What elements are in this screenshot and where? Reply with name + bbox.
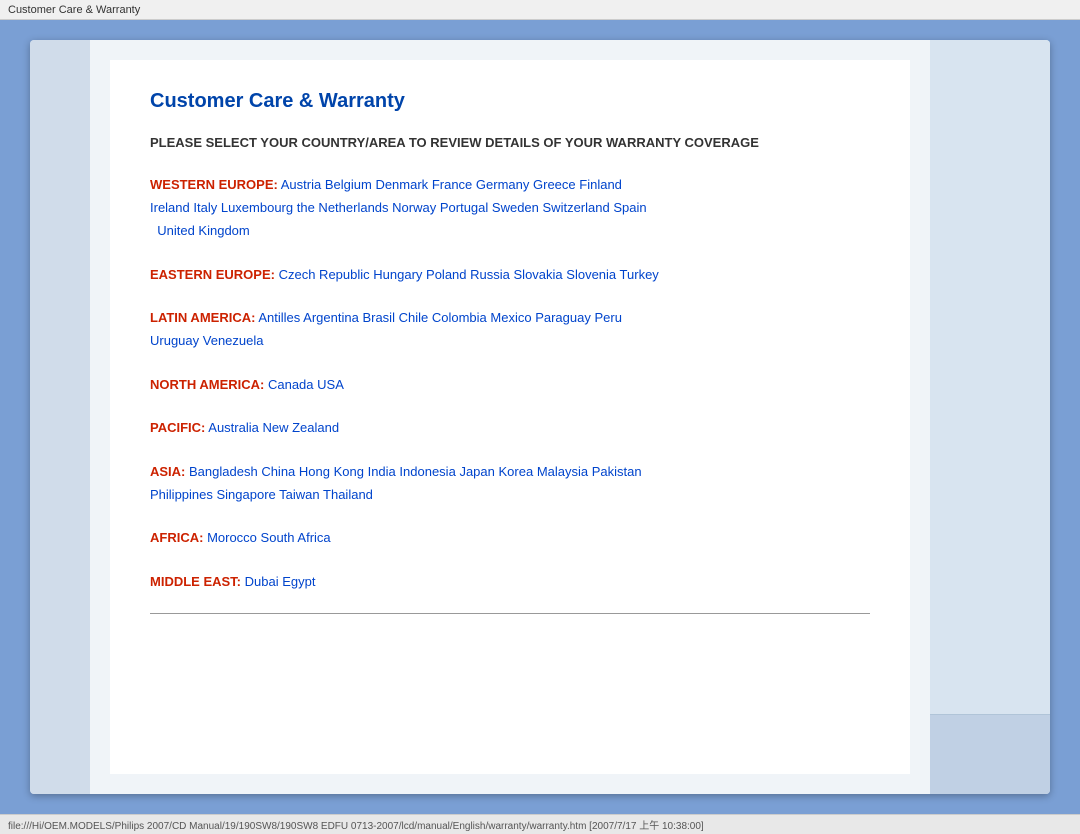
- region-latin-america: LATIN AMERICA: Antilles Argentina Brasil…: [150, 306, 870, 353]
- right-sidebar-top: [930, 40, 1050, 714]
- region-africa: AFRICA: Morocco South Africa: [150, 526, 870, 549]
- country-slovenia[interactable]: Slovenia: [566, 267, 616, 282]
- right-sidebar: [930, 40, 1050, 794]
- country-philippines[interactable]: Philippines: [150, 487, 213, 502]
- country-turkey[interactable]: Turkey: [620, 267, 659, 282]
- region-asia: ASIA: Bangladesh China Hong Kong India I…: [150, 460, 870, 507]
- country-belgium[interactable]: Belgium: [325, 177, 372, 192]
- country-canada[interactable]: Canada: [268, 377, 314, 392]
- region-middle-east: MIDDLE EAST: Dubai Egypt: [150, 570, 870, 593]
- country-dubai[interactable]: Dubai: [245, 574, 279, 589]
- left-sidebar: [30, 40, 90, 794]
- region-label-latin-america: LATIN AMERICA:: [150, 310, 255, 325]
- country-brasil[interactable]: Brasil: [362, 310, 395, 325]
- country-sweden[interactable]: Sweden: [492, 200, 539, 215]
- region-pacific: PACIFIC: Australia New Zealand: [150, 416, 870, 439]
- country-switzerland[interactable]: Switzerland: [543, 200, 610, 215]
- status-bar-url: file:///Hi/OEM.MODELS/Philips 2007/CD Ma…: [8, 817, 704, 832]
- country-south-africa[interactable]: South Africa: [261, 530, 331, 545]
- country-usa[interactable]: USA: [317, 377, 344, 392]
- country-singapore[interactable]: Singapore: [217, 487, 276, 502]
- country-netherlands[interactable]: the Netherlands: [297, 200, 389, 215]
- country-finland[interactable]: Finland: [579, 177, 622, 192]
- country-taiwan[interactable]: Taiwan: [279, 487, 319, 502]
- country-uruguay[interactable]: Uruguay: [150, 333, 199, 348]
- country-poland[interactable]: Poland: [426, 267, 466, 282]
- country-austria[interactable]: Austria: [281, 177, 321, 192]
- country-india[interactable]: India: [368, 464, 396, 479]
- instruction-text: PLEASE SELECT YOUR COUNTRY/AREA TO REVIE…: [150, 133, 870, 153]
- country-mexico[interactable]: Mexico: [490, 310, 531, 325]
- region-label-western-europe: WESTERN EUROPE:: [150, 177, 278, 192]
- country-antilles[interactable]: Antilles: [258, 310, 300, 325]
- country-germany[interactable]: Germany: [476, 177, 529, 192]
- country-thailand[interactable]: Thailand: [323, 487, 373, 502]
- country-indonesia[interactable]: Indonesia: [399, 464, 455, 479]
- country-australia[interactable]: Australia: [208, 420, 259, 435]
- content-wrapper: Customer Care & Warranty PLEASE SELECT Y…: [110, 60, 910, 774]
- country-italy[interactable]: Italy: [193, 200, 217, 215]
- title-bar-text: Customer Care & Warranty: [8, 4, 140, 16]
- country-hungary[interactable]: Hungary: [373, 267, 422, 282]
- page-layout: Customer Care & Warranty PLEASE SELECT Y…: [30, 40, 1050, 794]
- country-japan[interactable]: Japan: [459, 464, 494, 479]
- country-chile[interactable]: Chile: [399, 310, 429, 325]
- divider: [150, 613, 870, 614]
- region-western-europe: WESTERN EUROPE: Austria Belgium Denmark …: [150, 173, 870, 243]
- country-paraguay[interactable]: Paraguay: [535, 310, 591, 325]
- country-slovakia[interactable]: Slovakia: [514, 267, 563, 282]
- region-label-middle-east: MIDDLE EAST:: [150, 574, 241, 589]
- browser-window: Customer Care & Warranty Customer Care &…: [0, 0, 1080, 834]
- main-content-area: Customer Care & Warranty PLEASE SELECT Y…: [90, 40, 930, 794]
- country-colombia[interactable]: Colombia: [432, 310, 487, 325]
- country-hong-kong[interactable]: Hong Kong: [299, 464, 364, 479]
- outer-wrapper: Customer Care & Warranty PLEASE SELECT Y…: [0, 20, 1080, 814]
- country-new-zealand[interactable]: New Zealand: [262, 420, 339, 435]
- page-title: Customer Care & Warranty: [150, 90, 870, 113]
- country-china[interactable]: China: [261, 464, 295, 479]
- country-venezuela[interactable]: Venezuela: [203, 333, 264, 348]
- country-morocco[interactable]: Morocco: [207, 530, 257, 545]
- country-france[interactable]: France: [432, 177, 472, 192]
- region-label-pacific: PACIFIC:: [150, 420, 205, 435]
- country-czech[interactable]: Czech Republic: [279, 267, 370, 282]
- region-eastern-europe: EASTERN EUROPE: Czech Republic Hungary P…: [150, 263, 870, 286]
- country-denmark[interactable]: Denmark: [375, 177, 428, 192]
- region-north-america: NORTH AMERICA: Canada USA: [150, 373, 870, 396]
- country-korea[interactable]: Korea: [498, 464, 533, 479]
- status-bar: file:///Hi/OEM.MODELS/Philips 2007/CD Ma…: [0, 814, 1080, 834]
- country-bangladesh[interactable]: Bangladesh: [189, 464, 258, 479]
- region-label-africa: AFRICA:: [150, 530, 203, 545]
- country-norway[interactable]: Norway: [392, 200, 436, 215]
- country-luxembourg[interactable]: Luxembourg: [221, 200, 293, 215]
- country-uk[interactable]: United Kingdom: [157, 223, 250, 238]
- country-spain[interactable]: Spain: [613, 200, 646, 215]
- country-argentina[interactable]: Argentina: [303, 310, 359, 325]
- region-label-eastern-europe: EASTERN EUROPE:: [150, 267, 275, 282]
- country-malaysia[interactable]: Malaysia: [537, 464, 588, 479]
- region-label-north-america: NORTH AMERICA:: [150, 377, 264, 392]
- title-bar: Customer Care & Warranty: [0, 0, 1080, 20]
- country-ireland[interactable]: Ireland: [150, 200, 190, 215]
- right-sidebar-bottom: [930, 714, 1050, 794]
- country-portugal[interactable]: Portugal: [440, 200, 488, 215]
- country-russia[interactable]: Russia: [470, 267, 510, 282]
- country-pakistan[interactable]: Pakistan: [592, 464, 642, 479]
- country-peru[interactable]: Peru: [594, 310, 621, 325]
- country-greece[interactable]: Greece: [533, 177, 576, 192]
- country-egypt[interactable]: Egypt: [282, 574, 315, 589]
- region-label-asia: ASIA:: [150, 464, 185, 479]
